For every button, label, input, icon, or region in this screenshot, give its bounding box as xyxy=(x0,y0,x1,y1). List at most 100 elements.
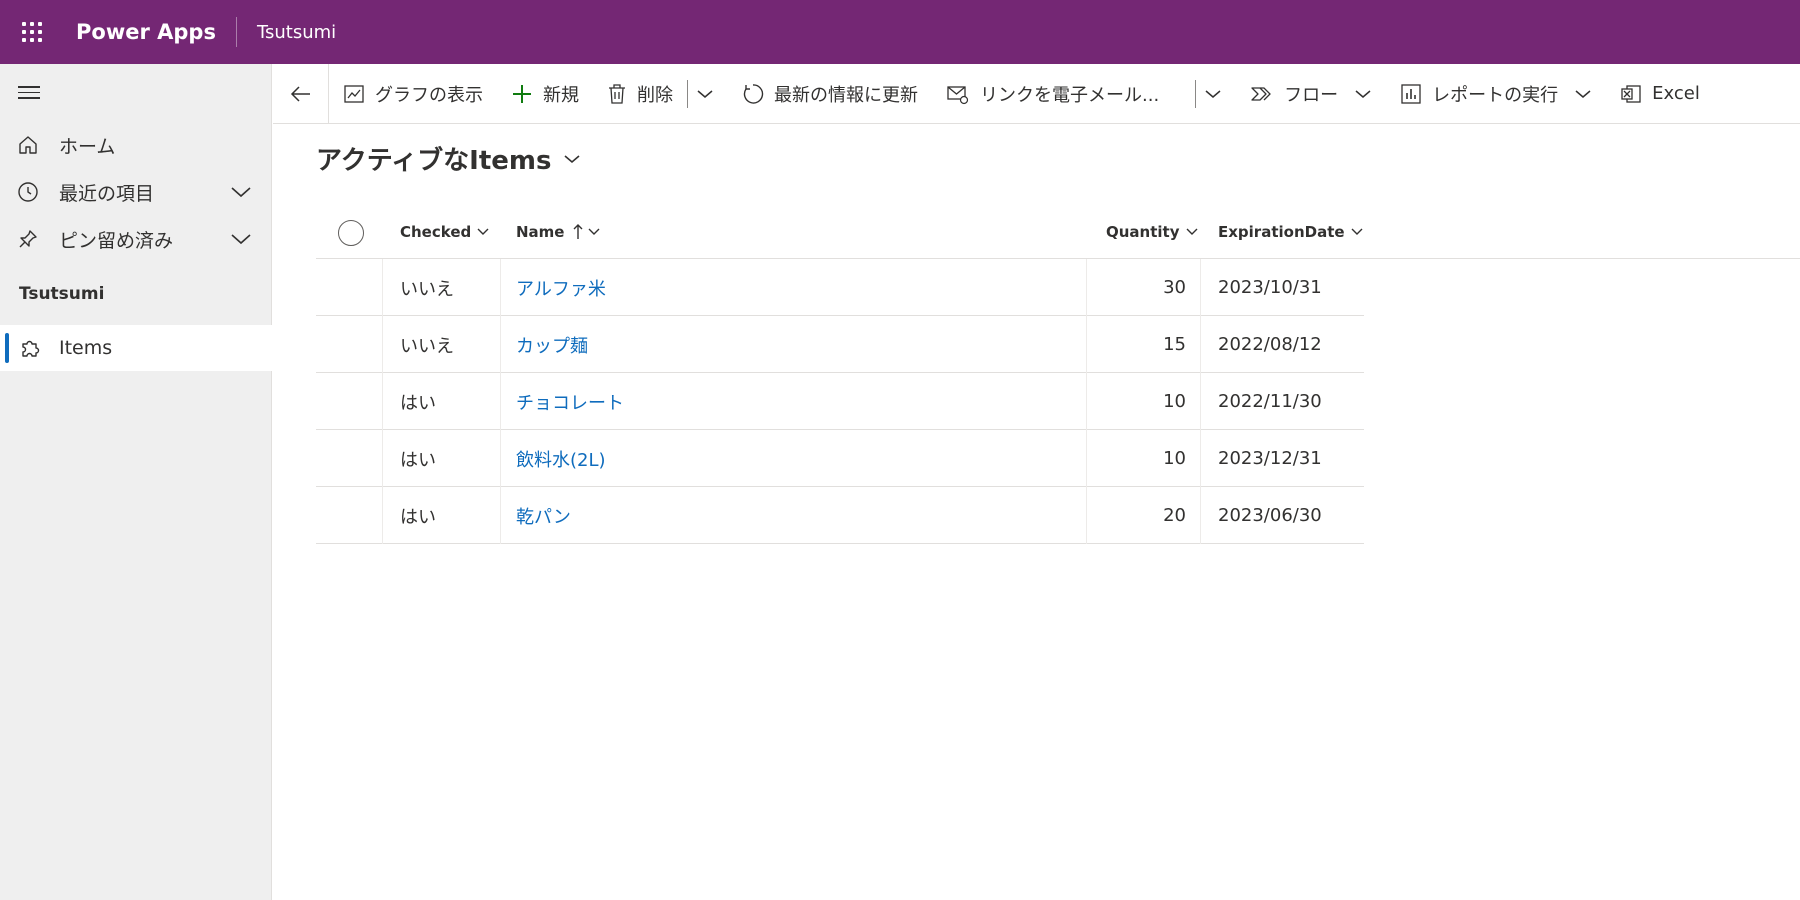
refresh-label: 最新の情報に更新 xyxy=(774,84,918,106)
trash-icon xyxy=(609,83,625,104)
run-report-label: レポートの実行 xyxy=(1432,84,1559,106)
new-label: 新規 xyxy=(543,84,579,106)
sidebar-item-home[interactable]: ホーム xyxy=(0,122,272,168)
sort-ascending-icon xyxy=(573,224,583,239)
column-header-quantity[interactable]: Quantity xyxy=(1106,205,1198,259)
column-header-expirationdate[interactable]: ExpirationDate xyxy=(1218,205,1363,259)
email-link-icon xyxy=(947,85,969,104)
sidebar-item-items[interactable]: Items xyxy=(0,325,272,371)
grid-header: Checked Name Quantity ExpirationDate xyxy=(316,205,1800,259)
command-bar: グラフの表示 新規 削除 最新の情報に更新 リンクを電子メール... フロー レ… xyxy=(273,63,1800,124)
cell-checked: いいえ xyxy=(400,335,454,357)
chevron-down-icon xyxy=(1575,89,1591,98)
back-arrow-icon xyxy=(290,85,310,102)
cell-checked: はい xyxy=(400,449,436,471)
clock-icon xyxy=(16,180,40,204)
sidebar-group-title: Tsutsumi xyxy=(19,284,105,304)
flow-button[interactable]: フロー xyxy=(1230,64,1346,124)
flow-dropdown-chevron[interactable] xyxy=(1346,64,1380,124)
table-row[interactable]: いいえ アルファ米 30 2023/10/31 xyxy=(316,259,1364,316)
selected-indicator xyxy=(5,333,9,363)
cell-name-link[interactable]: カップ麺 xyxy=(516,316,588,373)
cell-checked: はい xyxy=(400,506,436,528)
cell-checked: いいえ xyxy=(400,278,454,300)
column-header-label: Quantity xyxy=(1106,223,1180,241)
delete-button[interactable]: 削除 xyxy=(593,64,687,124)
chevron-down-icon xyxy=(564,154,580,163)
chart-icon xyxy=(344,84,364,103)
cell-name-link[interactable]: 飲料水(2L) xyxy=(516,430,606,487)
app-launcher-button[interactable] xyxy=(0,0,64,64)
sidebar-item-label: 最近の項目 xyxy=(59,182,155,205)
email-link-button[interactable]: リンクを電子メール... xyxy=(932,64,1173,124)
sidebar: ホーム 最近の項目 ピン留め済み Tsutsumi Items xyxy=(0,64,272,900)
environment-name: Tsutsumi xyxy=(256,21,337,43)
chevron-down-icon xyxy=(477,228,489,235)
more-commands-button[interactable] xyxy=(688,64,722,124)
sidebar-item-pinned[interactable]: ピン留め済み xyxy=(0,216,272,262)
home-icon xyxy=(16,133,40,157)
view-selector[interactable]: アクティブなItems xyxy=(316,140,581,177)
cell-name-link[interactable]: 乾パン xyxy=(516,487,571,544)
puzzle-icon xyxy=(18,336,42,360)
overflow-chevron-button[interactable] xyxy=(1196,64,1230,124)
table-row[interactable]: はい チョコレート 10 2022/11/30 xyxy=(316,373,1364,430)
refresh-icon xyxy=(743,83,764,104)
chevron-down-icon[interactable] xyxy=(228,226,254,252)
select-all-checkbox[interactable] xyxy=(338,220,364,246)
plus-icon xyxy=(513,84,531,103)
app-name[interactable]: Power Apps xyxy=(76,17,237,47)
excel-button[interactable]: Excel xyxy=(1600,64,1714,124)
new-button[interactable]: 新規 xyxy=(497,64,593,124)
report-icon xyxy=(1401,83,1421,104)
excel-label: Excel xyxy=(1652,83,1700,104)
hamburger-menu-icon[interactable] xyxy=(18,86,42,102)
pin-icon xyxy=(16,227,40,251)
sidebar-item-label: ピン留め済み xyxy=(59,229,174,252)
sidebar-item-recent[interactable]: 最近の項目 xyxy=(0,169,272,215)
sidebar-item-label: Items xyxy=(59,337,113,359)
run-report-button[interactable]: レポートの実行 xyxy=(1380,64,1566,124)
view-title: アクティブなItems xyxy=(316,146,552,176)
cell-expirationdate: 2023/10/31 xyxy=(1218,277,1322,298)
cell-quantity: 10 xyxy=(1163,391,1186,412)
table-row[interactable]: はい 飲料水(2L) 10 2023/12/31 xyxy=(316,430,1364,487)
data-grid: Checked Name Quantity ExpirationDate いいえ… xyxy=(316,205,1800,544)
chevron-down-icon xyxy=(1205,89,1221,98)
refresh-button[interactable]: 最新の情報に更新 xyxy=(722,64,932,124)
table-row[interactable]: はい 乾パン 20 2023/06/30 xyxy=(316,487,1364,544)
email-link-label: リンクを電子メール... xyxy=(980,84,1160,106)
cell-expirationdate: 2022/08/12 xyxy=(1218,334,1322,355)
cell-expirationdate: 2023/12/31 xyxy=(1218,448,1322,469)
cell-quantity: 30 xyxy=(1163,277,1186,298)
cell-quantity: 10 xyxy=(1163,448,1186,469)
column-header-name[interactable]: Name xyxy=(516,205,600,259)
column-header-label: Name xyxy=(516,223,565,241)
show-chart-button[interactable]: グラフの表示 xyxy=(329,64,497,124)
report-dropdown-chevron[interactable] xyxy=(1566,64,1600,124)
column-header-label: Checked xyxy=(400,223,472,241)
show-chart-label: グラフの表示 xyxy=(375,84,483,106)
cell-name-link[interactable]: チョコレート xyxy=(516,373,624,430)
chevron-down-icon[interactable] xyxy=(228,179,254,205)
back-button[interactable] xyxy=(273,63,329,124)
chevron-down-icon xyxy=(697,89,713,98)
table-row[interactable]: いいえ カップ麺 15 2022/08/12 xyxy=(316,316,1364,373)
cell-quantity: 15 xyxy=(1163,334,1186,355)
chevron-down-icon xyxy=(1186,228,1197,235)
flow-icon xyxy=(1251,86,1272,101)
chevron-down-icon xyxy=(588,228,600,235)
cell-quantity: 20 xyxy=(1163,505,1186,526)
column-header-label: ExpirationDate xyxy=(1218,223,1345,241)
chevron-down-icon xyxy=(1351,228,1363,235)
delete-label: 削除 xyxy=(637,84,673,106)
cell-expirationdate: 2023/06/30 xyxy=(1218,505,1322,526)
app-header: Power Apps Tsutsumi xyxy=(0,0,1800,64)
cell-checked: はい xyxy=(400,392,436,414)
waffle-icon xyxy=(22,22,42,42)
column-header-checked[interactable]: Checked xyxy=(400,205,489,259)
cell-expirationdate: 2022/11/30 xyxy=(1218,391,1322,412)
excel-icon xyxy=(1621,84,1641,103)
chevron-down-icon xyxy=(1355,89,1371,98)
cell-name-link[interactable]: アルファ米 xyxy=(516,259,606,316)
